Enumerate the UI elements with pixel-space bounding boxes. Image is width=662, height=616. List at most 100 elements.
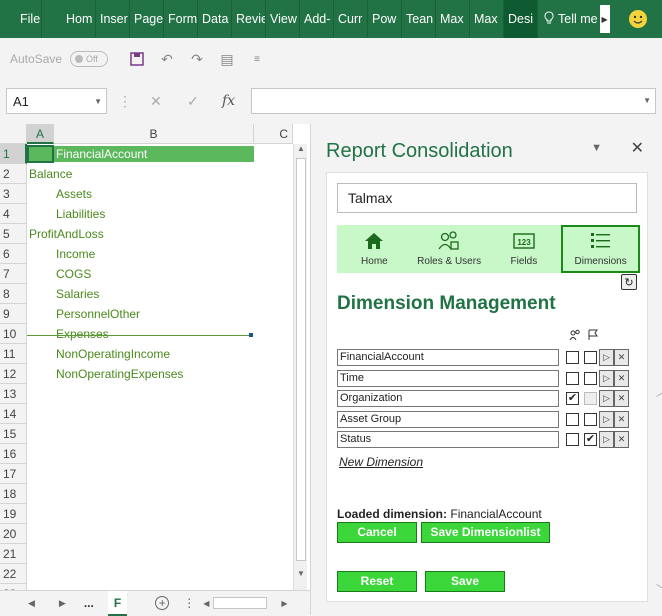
pane-vertical-scrollbar[interactable]: ︿ ﹀	[656, 371, 662, 611]
table-cell[interactable]: ProfitAndLoss	[29, 226, 104, 242]
row-header[interactable]: 15	[0, 424, 27, 444]
sheet-tab-more[interactable]: ...	[84, 596, 94, 610]
tab-team[interactable]: Tean	[402, 0, 436, 38]
enter-formula-button[interactable]: ✓	[187, 88, 199, 114]
row-header[interactable]: 3	[0, 184, 27, 204]
table-cell[interactable]: Income	[56, 246, 95, 262]
name-box[interactable]: A1 ▼	[6, 88, 107, 114]
table-cell[interactable]: Expenses	[56, 326, 109, 342]
dimension-users-checkbox[interactable]	[566, 351, 579, 364]
row-header[interactable]: 13	[0, 384, 27, 404]
chevron-down-icon[interactable]: ▼	[643, 96, 651, 105]
table-cell[interactable]: Assets	[56, 186, 92, 202]
open-dimension-icon[interactable]: ▷	[599, 410, 614, 428]
row-header[interactable]: 12	[0, 364, 27, 384]
tab-add-ins[interactable]: Add-	[300, 0, 334, 38]
dimension-users-checkbox[interactable]	[566, 433, 579, 446]
scroll-up-icon[interactable]: ▲	[297, 144, 305, 153]
tab-file[interactable]: File	[0, 0, 42, 38]
dimension-flag-checkbox[interactable]	[584, 392, 597, 405]
tab-page-layout[interactable]: Page	[130, 0, 164, 38]
nav-home[interactable]: Home	[337, 225, 412, 273]
new-dimension-link[interactable]: New Dimension	[339, 455, 423, 469]
row-header[interactable]: 18	[0, 484, 27, 504]
hscroll-right-icon[interactable]: ▶	[281, 599, 287, 608]
delete-dimension-icon[interactable]: ✕	[614, 369, 629, 387]
row-header[interactable]: 7	[0, 264, 27, 284]
row-header[interactable]: 10	[0, 324, 27, 344]
scroll-down-icon[interactable]: ▼	[297, 569, 305, 578]
table-cell[interactable]: NonOperatingIncome	[56, 346, 170, 362]
selected-cell-a1[interactable]	[27, 145, 54, 163]
scrollbar-thumb[interactable]	[296, 158, 306, 561]
vertical-scrollbar[interactable]: ▲ ▼	[293, 144, 307, 590]
cancel-button[interactable]: Cancel	[337, 522, 417, 543]
dimension-name-field[interactable]: Time	[337, 369, 559, 387]
dimension-name-field[interactable]: Status	[337, 431, 559, 448]
tab-data[interactable]: Data	[198, 0, 232, 38]
tab-max-1[interactable]: Max	[436, 0, 470, 38]
row-header[interactable]: 21	[0, 544, 27, 564]
row-header[interactable]: 14	[0, 404, 27, 424]
table-cell[interactable]: NonOperatingExpenses	[56, 366, 183, 382]
open-dimension-icon[interactable]: ▷	[599, 431, 614, 448]
row-header[interactable]: 2	[0, 164, 27, 184]
autosave-toggle[interactable]: Off	[70, 51, 109, 67]
pane-menu-icon[interactable]: ▼	[591, 142, 602, 154]
table-cell[interactable]: Balance	[29, 166, 72, 182]
tell-me[interactable]: Tell me ▶	[544, 0, 610, 38]
delete-dimension-icon[interactable]: ✕	[614, 410, 629, 428]
row-header[interactable]: 17	[0, 464, 27, 484]
dimension-name-field[interactable]: Asset Group	[337, 410, 559, 428]
row-header[interactable]: 22	[0, 564, 27, 584]
sheet-tab-active[interactable]: F	[107, 590, 128, 616]
undo-icon[interactable]: ↶	[156, 48, 178, 70]
row-header[interactable]: 8	[0, 284, 27, 304]
formula-input[interactable]: ▼	[251, 88, 656, 114]
row-header[interactable]: 5	[0, 224, 27, 244]
tab-home[interactable]: Hom	[62, 0, 96, 38]
row-header[interactable]: 1	[0, 144, 27, 164]
dimension-users-checkbox[interactable]: ✔	[566, 392, 579, 405]
smiley-feedback-icon[interactable]	[628, 9, 648, 29]
dimension-flag-checkbox[interactable]	[584, 351, 597, 364]
column-header-c[interactable]: C	[254, 124, 293, 144]
table-cell[interactable]: Liabilities	[56, 206, 105, 222]
save-icon[interactable]	[126, 48, 148, 70]
close-icon[interactable]: ✕	[631, 138, 644, 158]
delete-dimension-icon[interactable]: ✕	[614, 390, 629, 407]
dimension-users-checkbox[interactable]	[566, 412, 579, 426]
dimension-name-field[interactable]: FinancialAccount	[337, 349, 559, 366]
spreadsheet-grid[interactable]: A B C 1 2 3 4 5 6 7 8 9 10 11 12 13 14 15 16 17 18 19 20 21 2…	[0, 124, 310, 590]
table-cell[interactable]: COGS	[56, 266, 91, 282]
table-header-cell[interactable]: FinancialAccount	[54, 146, 254, 162]
company-field[interactable]: Talmax	[337, 183, 637, 213]
open-dimension-icon[interactable]: ▷	[599, 349, 614, 366]
add-sheet-icon[interactable]: +	[155, 596, 170, 610]
nav-dimensions[interactable]: Dimensions	[561, 225, 640, 273]
tab-currency[interactable]: Curr	[334, 0, 368, 38]
tab-view[interactable]: View	[266, 0, 300, 38]
row-header[interactable]: 20	[0, 524, 27, 544]
next-sheet-icon[interactable]: ▶	[59, 598, 66, 609]
open-dimension-icon[interactable]: ▷	[599, 390, 614, 407]
chevron-down-icon[interactable]: ▼	[94, 97, 102, 106]
dimension-name-field[interactable]: Organization	[337, 390, 559, 407]
row-header[interactable]: 11	[0, 344, 27, 364]
dimension-flag-checkbox[interactable]: ✔	[584, 433, 597, 446]
row-header[interactable]: 6	[0, 244, 27, 264]
tab-power[interactable]: Pow	[368, 0, 402, 38]
nav-roles-users[interactable]: Roles & Users	[412, 225, 487, 273]
insert-function-button[interactable]: fx	[222, 88, 235, 114]
tab-review[interactable]: Revie	[232, 0, 266, 38]
delete-dimension-icon[interactable]: ✕	[614, 349, 629, 366]
table-resize-handle[interactable]	[249, 333, 253, 337]
dimension-flag-checkbox[interactable]	[584, 412, 597, 426]
delete-dimension-icon[interactable]: ✕	[614, 431, 629, 448]
scroll-up-icon[interactable]: ︿	[656, 383, 662, 400]
scroll-down-icon[interactable]: ﹀	[656, 581, 662, 598]
redo-icon[interactable]: ↷	[186, 48, 208, 70]
customize-qat-icon[interactable]: ≡	[246, 48, 268, 70]
horizontal-scrollbar[interactable]	[213, 597, 268, 609]
row-header[interactable]: 9	[0, 304, 27, 324]
